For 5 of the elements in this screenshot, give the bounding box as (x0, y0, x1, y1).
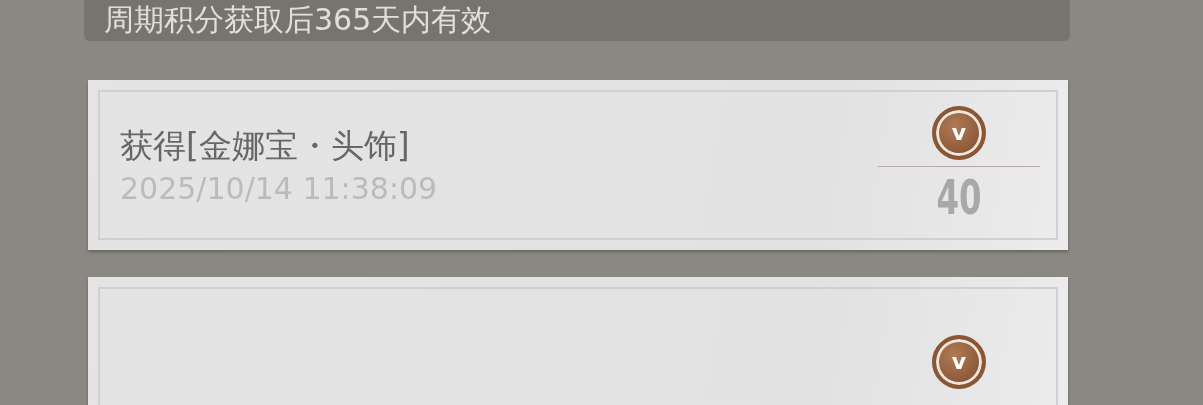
coin-icon: v (932, 335, 986, 389)
notice-text: 周期积分获取后365天内有效 (104, 1, 492, 39)
coin-icon: v (932, 106, 986, 161)
record-title: 获得[金娜宝・头饰] (120, 125, 411, 167)
points-amount: 40 (936, 171, 982, 224)
